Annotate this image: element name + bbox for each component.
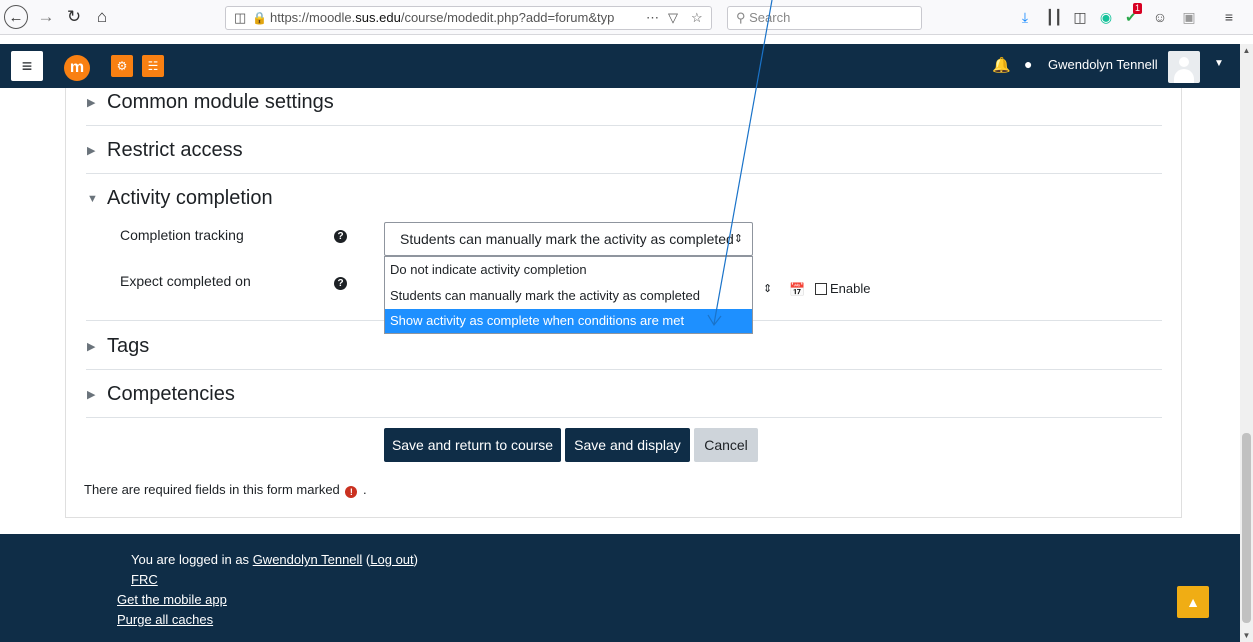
library-icon[interactable]: ┃┃	[1045, 8, 1063, 26]
logged-in-info: You are logged in as Gwendolyn Tennell (…	[131, 552, 418, 567]
completion-tracking-options: Do not indicate activity completion Stud…	[384, 256, 753, 334]
purge-caches-link[interactable]: Purge all caches	[117, 612, 213, 627]
chevron-down-icon[interactable]: ▼	[1214, 58, 1224, 69]
bookmark-star-icon[interactable]: ☆	[691, 7, 703, 29]
logout-link[interactable]: Log out	[370, 552, 413, 567]
search-placeholder: Search	[749, 10, 791, 25]
pocket-icon[interactable]: ▽	[668, 7, 678, 29]
mobile-app-link[interactable]: Get the mobile app	[117, 592, 227, 607]
scroll-up-icon[interactable]: ▲	[1240, 44, 1253, 57]
forward-arrow-icon[interactable]: →	[36, 5, 56, 29]
user-menu-name[interactable]: Gwendolyn Tennell	[1048, 57, 1158, 72]
completion-tracking-select[interactable]: Students can manually mark the activity …	[384, 222, 753, 256]
page-footer: You are logged in as Gwendolyn Tennell (…	[0, 534, 1240, 642]
extension-badge: 1	[1133, 3, 1143, 14]
address-bar[interactable]: ◫ 🔒 https://moodle.sus.edu/course/modedi…	[225, 6, 712, 30]
download-icon[interactable]: ⤓	[1016, 8, 1034, 26]
avatar[interactable]	[1168, 51, 1200, 83]
browser-toolbar: ← → ↻ ⌂ ◫ 🔒 https://moodle.sus.edu/cours…	[0, 0, 1253, 35]
chevron-down-icon: ▼	[87, 192, 98, 205]
divider	[86, 417, 1162, 418]
url-text[interactable]: https://moodle.sus.edu/course/modedit.ph…	[270, 7, 620, 29]
enable-checkbox[interactable]	[815, 283, 827, 295]
save-and-return-button[interactable]: Save and return to course	[384, 428, 561, 462]
scroll-thumb[interactable]	[1242, 433, 1251, 623]
section-tags[interactable]: ▶ Tags	[87, 335, 149, 358]
chevron-right-icon: ▶	[87, 341, 96, 354]
divider	[86, 173, 1162, 174]
lock-icon[interactable]: 🔒	[252, 7, 267, 29]
browser-search-input[interactable]: ⚲ Search	[727, 6, 922, 30]
menu-toggle-button[interactable]: ≡	[11, 51, 43, 81]
section-competencies[interactable]: ▶ Competencies	[87, 383, 235, 406]
cancel-button[interactable]: Cancel	[694, 428, 758, 462]
bell-icon[interactable]: 🔔	[992, 56, 1011, 74]
page-actions-icon[interactable]: ⋯	[646, 7, 660, 29]
section-activity-completion[interactable]: ▼ Activity completion	[87, 187, 273, 210]
help-icon[interactable]: ?	[334, 230, 347, 243]
divider	[86, 125, 1162, 126]
select-arrows-icon: ⇕	[733, 233, 743, 245]
chevron-right-icon: ▶	[87, 97, 96, 110]
selected-value: Students can manually mark the activity …	[400, 231, 734, 247]
page-scrollbar[interactable]: ▲ ▼	[1240, 44, 1253, 642]
reload-icon[interactable]: ↻	[64, 5, 84, 29]
grammarly-icon[interactable]: ◉	[1097, 8, 1115, 26]
user-profile-link[interactable]: Gwendolyn Tennell	[253, 552, 363, 567]
expect-completed-label: Expect completed on	[120, 273, 251, 289]
cogs-icon[interactable]: ⚙	[111, 55, 133, 77]
divider	[86, 369, 1162, 370]
option-manual-completion[interactable]: Students can manually mark the activity …	[385, 284, 752, 308]
required-icon: !	[345, 486, 358, 498]
completion-tracking-label: Completion tracking	[120, 227, 244, 243]
account-extension-icon[interactable]: ☺	[1151, 8, 1169, 26]
sidebar-icon[interactable]: ◫	[1071, 8, 1089, 26]
home-icon[interactable]: ⌂	[92, 5, 112, 29]
select-arrows-icon[interactable]: ⇕	[763, 282, 772, 295]
calendar-icon[interactable]: 📅	[789, 282, 805, 298]
sitemap-icon[interactable]: ☵	[142, 55, 164, 77]
extension-icon[interactable]: ▣	[1180, 8, 1198, 26]
back-arrow-icon[interactable]: ←	[4, 5, 28, 29]
chevron-right-icon: ▶	[87, 145, 96, 158]
course-link[interactable]: FRC	[131, 572, 158, 587]
section-common-module-settings[interactable]: ▶ Common module settings	[87, 91, 334, 114]
shield-icon[interactable]: ◫	[234, 7, 246, 29]
moodle-navbar: ≡ m ⚙ ☵ 🔔 ● Gwendolyn Tennell ▼	[0, 44, 1240, 88]
moodle-logo[interactable]: m	[64, 55, 90, 81]
section-restrict-access[interactable]: ▶ Restrict access	[87, 139, 243, 162]
save-and-display-button[interactable]: Save and display	[565, 428, 690, 462]
required-fields-note: There are required fields in this form m…	[84, 482, 367, 498]
help-icon[interactable]: ?	[334, 277, 347, 290]
browser-menu-icon[interactable]: ≡	[1220, 8, 1238, 26]
option-conditional-completion[interactable]: Show activity as complete when condition…	[385, 309, 752, 333]
chevron-right-icon: ▶	[87, 389, 96, 402]
option-no-completion[interactable]: Do not indicate activity completion	[385, 258, 752, 282]
scroll-down-icon[interactable]: ▼	[1240, 629, 1253, 642]
back-to-top-button[interactable]: ▲	[1177, 586, 1209, 618]
chat-bubble-icon[interactable]: ●	[1024, 56, 1032, 72]
enable-label: Enable	[830, 281, 871, 296]
